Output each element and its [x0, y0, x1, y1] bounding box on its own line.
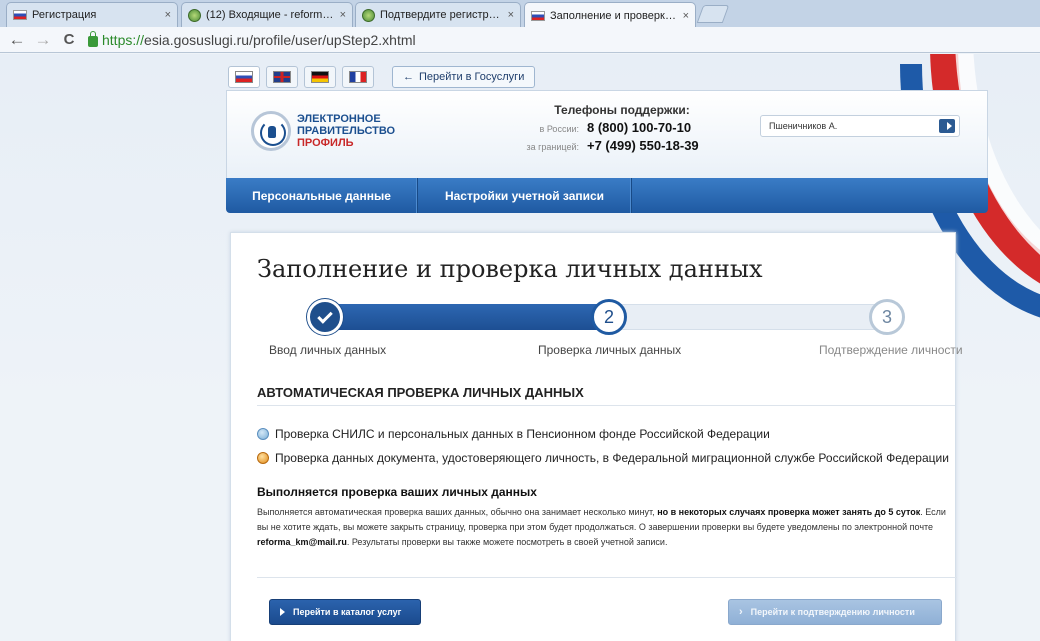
check-item-document: Проверка данных документа, удостоверяюще…: [257, 451, 949, 465]
left-arrow-icon: ←: [403, 71, 414, 83]
lock-icon: [88, 30, 98, 47]
url-path: esia.gosuslugi.ru/profile/user/upStep2.x…: [144, 31, 416, 48]
close-icon[interactable]: ×: [340, 9, 346, 21]
nav-personal-data[interactable]: Персональные данные: [226, 178, 418, 213]
back-arrow-icon[interactable]: ←: [4, 30, 30, 50]
uk-flag-icon: [273, 71, 291, 83]
service-catalog-label: Перейти в каталог услуг: [293, 607, 402, 617]
info-text-part: Выполняется автоматическая проверка ваши…: [257, 507, 658, 517]
info-text-part: . Результаты проверки вы также можете по…: [346, 537, 668, 547]
browser-tab-confirm[interactable]: Подтвердите регистрацию ×: [355, 2, 521, 27]
support-phones-title: Телефоны поддержки:: [554, 103, 690, 117]
step-2-circle: 2: [591, 299, 627, 335]
logo[interactable]: ЭЛЕКТРОННОЕ ПРАВИТЕЛЬСТВО ПРОФИЛЬ: [251, 111, 395, 151]
divider: [257, 405, 955, 406]
tab-label: Заполнение и проверка л: [550, 9, 678, 22]
browser-tab-active[interactable]: Заполнение и проверка л ×: [524, 2, 696, 28]
tab-label: Подтвердите регистрацию: [380, 9, 503, 21]
phone-number: +7 (499) 550-18-39: [587, 138, 699, 153]
step-1-label: Ввод личных данных: [269, 343, 387, 357]
logo-line-3: ПРОФИЛЬ: [297, 137, 354, 149]
russia-flag-icon: [235, 71, 253, 83]
phone-label: в России:: [539, 124, 579, 134]
check-label: Проверка данных документа, удостоверяюще…: [275, 451, 949, 465]
close-icon[interactable]: ×: [683, 10, 689, 22]
step-3-label: Подтверждение личности: [819, 343, 963, 357]
main-nav: Персональные данные Настройки учетной за…: [226, 178, 988, 213]
step-3-circle: 3: [869, 299, 905, 335]
phone-row: за границей: +7 (499) 550-18-39: [509, 138, 709, 153]
check-icon: [317, 307, 333, 324]
info-text-bold: но в некоторых случаях проверка может за…: [657, 507, 921, 517]
logo-text: ЭЛЕКТРОННОЕ ПРАВИТЕЛЬСТВО ПРОФИЛЬ: [297, 113, 395, 149]
e-government-logo-icon: [251, 111, 291, 151]
globe-icon: [188, 8, 201, 22]
page: ← Перейти в Госуслуги ЭЛЕКТРОННОЕ ПРАВИТ…: [0, 54, 1040, 641]
confirm-identity-label: Перейти к подтверждению личности: [750, 607, 915, 617]
reload-icon[interactable]: C: [56, 31, 82, 48]
check-in-progress-title: Выполняется проверка ваших личных данных: [257, 485, 537, 499]
url-field[interactable]: https://esia.gosuslugi.ru/profile/user/u…: [88, 30, 416, 48]
browser-tab-bar: Регистрация × (12) Входящие - reforma_k …: [0, 0, 1040, 28]
browser-tab-inbox[interactable]: (12) Входящие - reforma_k ×: [181, 2, 353, 27]
language-switcher: [228, 66, 374, 88]
pending-status-icon: [257, 452, 269, 464]
divider: [257, 577, 957, 578]
page-title: Заполнение и проверка личных данных: [257, 255, 763, 283]
check-label: Проверка СНИЛС и персональных данных в П…: [275, 427, 770, 441]
step-2-label: Проверка личных данных: [538, 343, 682, 357]
logo-line-2: ПРАВИТЕЛЬСТВО: [297, 125, 396, 137]
tab-label: (12) Входящие - reforma_k: [206, 9, 335, 21]
play-arrow-icon: [280, 608, 285, 616]
user-name: Пшеничников А.: [769, 121, 838, 131]
address-bar: ← → C https://esia.gosuslugi.ru/profile/…: [0, 27, 1040, 53]
russia-flag-icon: [531, 10, 545, 21]
tab-label: Регистрация: [32, 9, 97, 21]
lang-ru-button[interactable]: [228, 66, 260, 88]
stepper-progress-fill: [307, 304, 597, 330]
section-title: АВТОМАТИЧЕСКАЯ ПРОВЕРКА ЛИЧНЫХ ДАННЫХ: [257, 385, 584, 400]
site-header: ЭЛЕКТРОННОЕ ПРАВИТЕЛЬСТВО ПРОФИЛЬ Телефо…: [226, 90, 988, 178]
chevron-right-icon: ›: [739, 606, 743, 618]
forward-arrow-icon[interactable]: →: [30, 30, 56, 50]
goto-gosuslugi-button[interactable]: ← Перейти в Госуслуги: [392, 66, 536, 88]
service-catalog-button[interactable]: Перейти в каталог услуг: [269, 599, 421, 625]
phone-label: за границей:: [526, 142, 579, 152]
user-box[interactable]: Пшеничников А.: [760, 115, 960, 137]
nav-account-settings[interactable]: Настройки учетной записи: [418, 178, 632, 213]
lang-de-button[interactable]: [304, 66, 336, 88]
lang-en-button[interactable]: [266, 66, 298, 88]
url-scheme: https://: [102, 31, 145, 48]
step-1-circle: [307, 299, 343, 335]
check-item-snils: Проверка СНИЛС и персональных данных в П…: [257, 427, 770, 441]
progress-stepper: 2 3: [307, 299, 905, 335]
close-icon[interactable]: ×: [508, 9, 514, 21]
close-icon[interactable]: ×: [165, 9, 171, 21]
france-flag-icon: [349, 71, 367, 83]
notification-email: reforma_km@mail.ru: [257, 537, 347, 547]
germany-flag-icon: [311, 71, 329, 83]
logo-line-1: ЭЛЕКТРОННОЕ: [297, 113, 381, 125]
support-phones: Телефоны поддержки: в России: 8 (800) 10…: [509, 103, 709, 153]
content-card: Заполнение и проверка личных данных 2 3 …: [230, 232, 963, 641]
in-progress-status-icon: [257, 428, 269, 440]
new-tab-button[interactable]: [696, 5, 730, 23]
lang-fr-button[interactable]: [342, 66, 374, 88]
info-text: Выполняется автоматическая проверка ваши…: [257, 505, 947, 550]
globe-icon: [362, 8, 375, 22]
goto-gosuslugi-label: Перейти в Госуслуги: [419, 71, 525, 83]
logout-icon[interactable]: [939, 119, 955, 133]
phone-row: в России: 8 (800) 100-70-10: [509, 120, 709, 135]
russia-flag-icon: [13, 10, 27, 20]
confirm-identity-button[interactable]: › Перейти к подтверждению личности: [728, 599, 942, 625]
browser-tab-registration[interactable]: Регистрация ×: [6, 2, 178, 27]
phone-number: 8 (800) 100-70-10: [587, 120, 692, 135]
